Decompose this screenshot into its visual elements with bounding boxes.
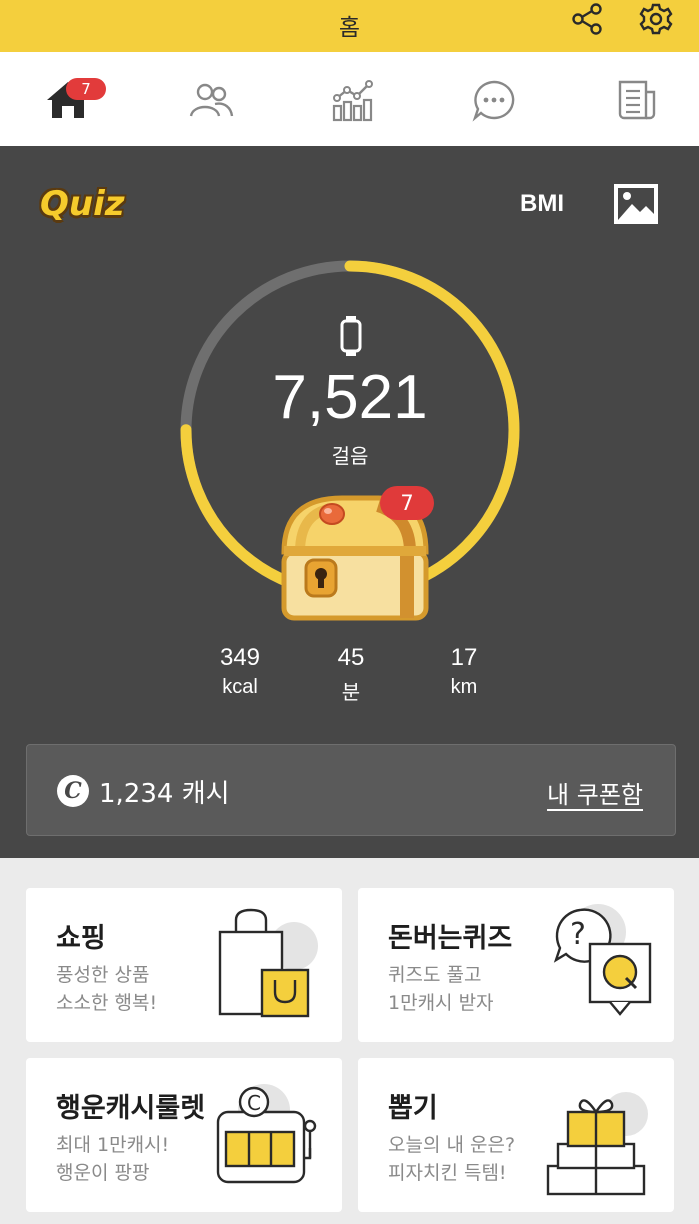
share-icon[interactable]: [570, 2, 604, 36]
card-shopping-line1: 풍성한 상품: [56, 964, 150, 986]
step-count: 7,521: [272, 363, 428, 432]
card-roulette[interactable]: 행운캐시룰렛 최대 1만캐시! 행운이 팡팡 C: [26, 1058, 342, 1212]
step-dashboard: Quiz BMI 7,521 걸음 7 349 kcal 45 분 17 km …: [0, 146, 699, 858]
stat-minutes-unit: 분: [341, 682, 361, 704]
coupon-box-link[interactable]: 내 쿠폰함: [547, 775, 643, 810]
shopping-bag-icon: [218, 908, 318, 1018]
stat-distance: 17 km: [414, 644, 514, 699]
tab-chat[interactable]: [466, 72, 522, 128]
image-icon[interactable]: [612, 182, 660, 226]
card-roulette-line2: 행운이 팡팡: [56, 1162, 150, 1184]
tab-friends[interactable]: [182, 72, 238, 128]
card-quiz[interactable]: 돈버는퀴즈 퀴즈도 풀고 1만캐시 받자 ?: [358, 888, 674, 1042]
svg-text:C: C: [247, 1091, 261, 1115]
bmi-button[interactable]: BMI: [520, 190, 564, 218]
card-shopping-line2: 소소한 행복!: [56, 992, 158, 1014]
stat-distance-unit: km: [450, 676, 478, 698]
chest-badge: 7: [380, 486, 434, 520]
card-roulette-title: 행운캐시룰렛: [56, 1093, 206, 1124]
stat-minutes-value: 45: [337, 644, 365, 671]
card-draw-line2: 피자치킨 득템!: [388, 1162, 507, 1184]
stat-distance-value: 17: [450, 644, 478, 671]
card-quiz-line1: 퀴즈도 풀고: [388, 964, 482, 986]
tab-ranking[interactable]: [325, 72, 381, 128]
quiz-question-icon: ?: [553, 904, 652, 1016]
gear-icon[interactable]: [636, 2, 676, 36]
stat-calories-unit: kcal: [222, 676, 258, 698]
friends-icon: [189, 83, 234, 117]
home-badge: 7: [66, 78, 106, 100]
card-draw-title: 뽑기: [388, 1093, 438, 1124]
cash-bar: C 1,234 캐시 내 쿠폰함: [26, 744, 676, 836]
watch-icon: [340, 316, 362, 356]
chat-icon: [472, 80, 515, 122]
coin-icon: C: [57, 775, 89, 807]
stat-minutes: 45 분: [301, 644, 401, 705]
card-roulette-line1: 최대 1만캐시!: [56, 1134, 170, 1156]
cash-balance: 1,234 캐시: [99, 779, 230, 809]
card-shopping[interactable]: 쇼핑 풍성한 상품 소소한 행복!: [26, 888, 342, 1042]
tab-news[interactable]: [608, 72, 664, 128]
quiz-logo[interactable]: Quiz: [40, 184, 125, 224]
stat-calories-value: 349: [219, 644, 261, 671]
card-draw[interactable]: 뽑기 오늘의 내 운은? 피자치킨 득템!: [358, 1058, 674, 1212]
card-shopping-title: 쇼핑: [56, 923, 106, 954]
ranking-icon: [332, 80, 373, 122]
tab-bar: 7: [0, 52, 699, 146]
news-icon: [618, 80, 656, 120]
stat-calories: 349 kcal: [190, 644, 290, 699]
gift-boxes-icon: [546, 1092, 648, 1196]
step-count-label: 걸음: [331, 444, 369, 468]
slot-machine-icon: C: [216, 1084, 317, 1184]
svg-text:?: ?: [570, 917, 586, 952]
card-quiz-line2: 1만캐시 받자: [388, 992, 494, 1014]
top-bar: 홈: [0, 0, 699, 52]
card-quiz-title: 돈버는퀴즈: [388, 923, 513, 954]
card-draw-line1: 오늘의 내 운은?: [388, 1134, 516, 1156]
